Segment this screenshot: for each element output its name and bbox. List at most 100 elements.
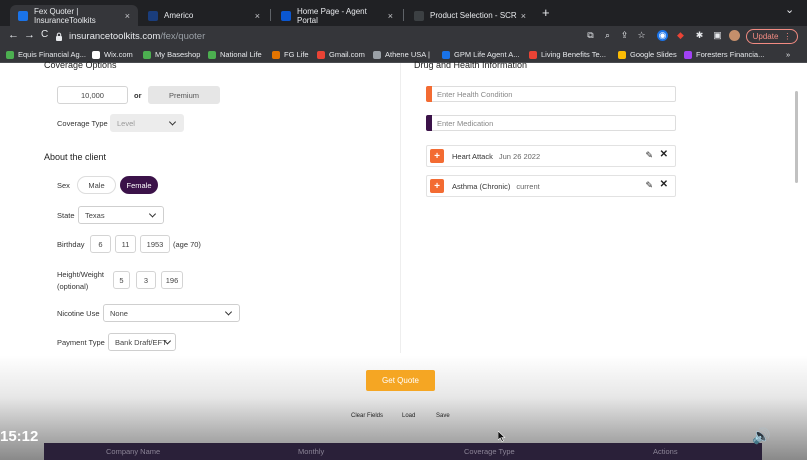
remove-condition-icon[interactable]: ✕ xyxy=(660,179,668,190)
favicon-icon xyxy=(414,10,424,21)
bookmark-item[interactable]: Equis Financial Ag... xyxy=(6,50,86,59)
condition-name: Asthma (Chronic) xyxy=(452,181,511,191)
share-icon[interactable]: ⇪ xyxy=(619,30,630,41)
forward-button[interactable]: → xyxy=(24,29,35,41)
bookmark-item[interactable]: FG Life xyxy=(272,50,309,59)
bookmark-item[interactable]: Gmail.com xyxy=(317,50,365,59)
height-inches-input[interactable]: 3 xyxy=(136,271,156,289)
password-manager-icon[interactable]: ◉ xyxy=(657,30,668,41)
bookmark-icon xyxy=(6,50,14,59)
medical-cross-icon: + xyxy=(430,149,444,163)
load-link[interactable]: Load xyxy=(402,413,415,419)
chevron-down-icon xyxy=(148,210,157,218)
volume-icon[interactable]: 🔊 xyxy=(752,427,771,445)
bookmark-label: National Life xyxy=(220,50,262,59)
back-button[interactable]: ← xyxy=(8,29,19,41)
tab-close-icon[interactable]: × xyxy=(521,11,526,21)
female-toggle[interactable]: Female xyxy=(120,176,158,194)
birth-month-input[interactable]: 6 xyxy=(90,235,111,253)
bookmark-item[interactable]: Foresters Financia... xyxy=(684,50,764,59)
health-condition-placeholder: Enter Health Condition xyxy=(437,89,513,99)
save-link[interactable]: Save xyxy=(436,413,450,419)
zoom-icon[interactable]: ⌕ xyxy=(602,30,613,41)
condition-name: Heart Attack xyxy=(452,151,493,161)
url-path: /fex/quoter xyxy=(160,31,206,42)
tab-separator xyxy=(270,9,271,21)
condition-date: Jun 26 2022 xyxy=(498,151,541,161)
remove-condition-icon[interactable]: ✕ xyxy=(660,149,668,160)
height-feet-input[interactable]: 5 xyxy=(113,271,130,289)
new-tab-button[interactable]: + xyxy=(542,5,550,20)
profile-avatar[interactable] xyxy=(729,30,740,41)
edit-pencil-icon[interactable]: ✎ xyxy=(645,150,653,161)
tab-close-icon[interactable]: × xyxy=(125,11,130,21)
tab-strip: Fex Quoter | InsuranceToolkits × Americo… xyxy=(0,0,807,26)
bookmark-label: Equis Financial Ag... xyxy=(18,50,86,59)
extensions-puzzle-icon[interactable]: ✱ xyxy=(694,30,705,41)
bookmark-label: Foresters Financia... xyxy=(696,50,765,59)
coverage-type-select[interactable]: Level xyxy=(110,114,184,132)
bookmark-icon xyxy=(618,50,626,59)
health-condition-input[interactable]: Enter Health Condition xyxy=(426,86,676,102)
nicotine-select[interactable]: None xyxy=(103,304,240,322)
medication-placeholder: Enter Medication xyxy=(437,118,494,128)
bookmark-icon xyxy=(208,50,216,59)
reload-button[interactable]: C xyxy=(41,29,48,40)
state-select[interactable]: Texas xyxy=(78,206,164,224)
tab-title: Americo xyxy=(164,11,194,20)
column-header: Company Name xyxy=(106,447,161,456)
bookmark-icon xyxy=(373,50,381,59)
tab-americo[interactable]: Americo × xyxy=(140,5,268,26)
get-quote-button[interactable]: Get Quote xyxy=(366,370,435,391)
update-label: Update xyxy=(752,32,779,41)
tab-search-icon[interactable]: ⌄ xyxy=(785,3,794,16)
bookmark-item[interactable]: Athene USA | xyxy=(373,50,430,59)
bookmark-icon xyxy=(92,50,100,59)
lock-icon xyxy=(56,32,62,41)
bookmarks-overflow-icon[interactable]: » xyxy=(786,50,790,59)
bookmark-icon xyxy=(442,50,450,59)
bookmark-star-icon[interactable]: ☆ xyxy=(636,30,647,41)
bookmark-icon xyxy=(529,50,537,59)
update-button[interactable]: Update ⋮ xyxy=(746,29,798,44)
male-toggle[interactable]: Male xyxy=(77,176,116,194)
payment-type-value: Bank Draft/EFT xyxy=(115,337,167,347)
bookmark-item[interactable]: National Life xyxy=(208,50,262,59)
weight-input[interactable]: 196 xyxy=(161,271,183,289)
address-bar[interactable]: insurancetoolkits.com/fex/quoter xyxy=(55,29,655,44)
birth-year-input[interactable]: 1953 xyxy=(140,235,170,253)
edit-pencil-icon[interactable]: ✎ xyxy=(645,180,653,191)
page-scrollbar[interactable] xyxy=(795,91,798,183)
payment-type-select[interactable]: Bank Draft/EFT xyxy=(108,333,176,351)
bookmark-item[interactable]: My Baseshop xyxy=(143,50,200,59)
premium-button[interactable]: Premium xyxy=(148,86,220,104)
bookmark-label: Gmail.com xyxy=(329,50,365,59)
tab-product-selection[interactable]: Product Selection - SCR × xyxy=(406,5,534,26)
tab-fex-quoter[interactable]: Fex Quoter | InsuranceToolkits × xyxy=(10,5,138,26)
url-host: insurancetoolkits.com xyxy=(69,31,161,42)
birth-day-input[interactable]: 11 xyxy=(115,235,136,253)
bookmark-icon xyxy=(317,50,325,59)
medication-input[interactable]: Enter Medication xyxy=(426,115,676,131)
input-accent xyxy=(426,115,432,131)
optional-label: (optional) xyxy=(57,282,89,291)
bookmark-item[interactable]: Wix.com xyxy=(92,50,133,59)
bookmark-item[interactable]: Google Slides xyxy=(618,50,677,59)
clear-fields-link[interactable]: Clear Fields xyxy=(351,413,383,419)
drug-health-title: Drug and Health Information xyxy=(414,60,528,70)
coverage-amount-input[interactable]: 10,000 xyxy=(57,86,128,104)
bookmark-item[interactable]: GPM Life Agent A... xyxy=(442,50,519,59)
bookmark-label: Athene USA | xyxy=(385,50,430,59)
condition-item: + Asthma (Chronic) current ✎ ✕ xyxy=(426,175,676,197)
condition-date: current xyxy=(516,181,540,191)
bookmark-item[interactable]: Living Benefits Te... xyxy=(529,50,606,59)
coverage-type-value: Level xyxy=(117,118,135,128)
extension-red-icon[interactable]: ◆ xyxy=(675,30,686,41)
tab-title: Product Selection - SCR xyxy=(430,11,517,20)
install-app-icon[interactable]: ⧉ xyxy=(585,30,596,41)
bookmark-label: Wix.com xyxy=(104,50,133,59)
tab-agent-portal[interactable]: Home Page - Agent Portal × xyxy=(273,5,401,26)
tab-close-icon[interactable]: × xyxy=(255,11,260,21)
tab-close-icon[interactable]: × xyxy=(388,11,393,21)
side-panel-icon[interactable]: ▣ xyxy=(712,30,723,41)
